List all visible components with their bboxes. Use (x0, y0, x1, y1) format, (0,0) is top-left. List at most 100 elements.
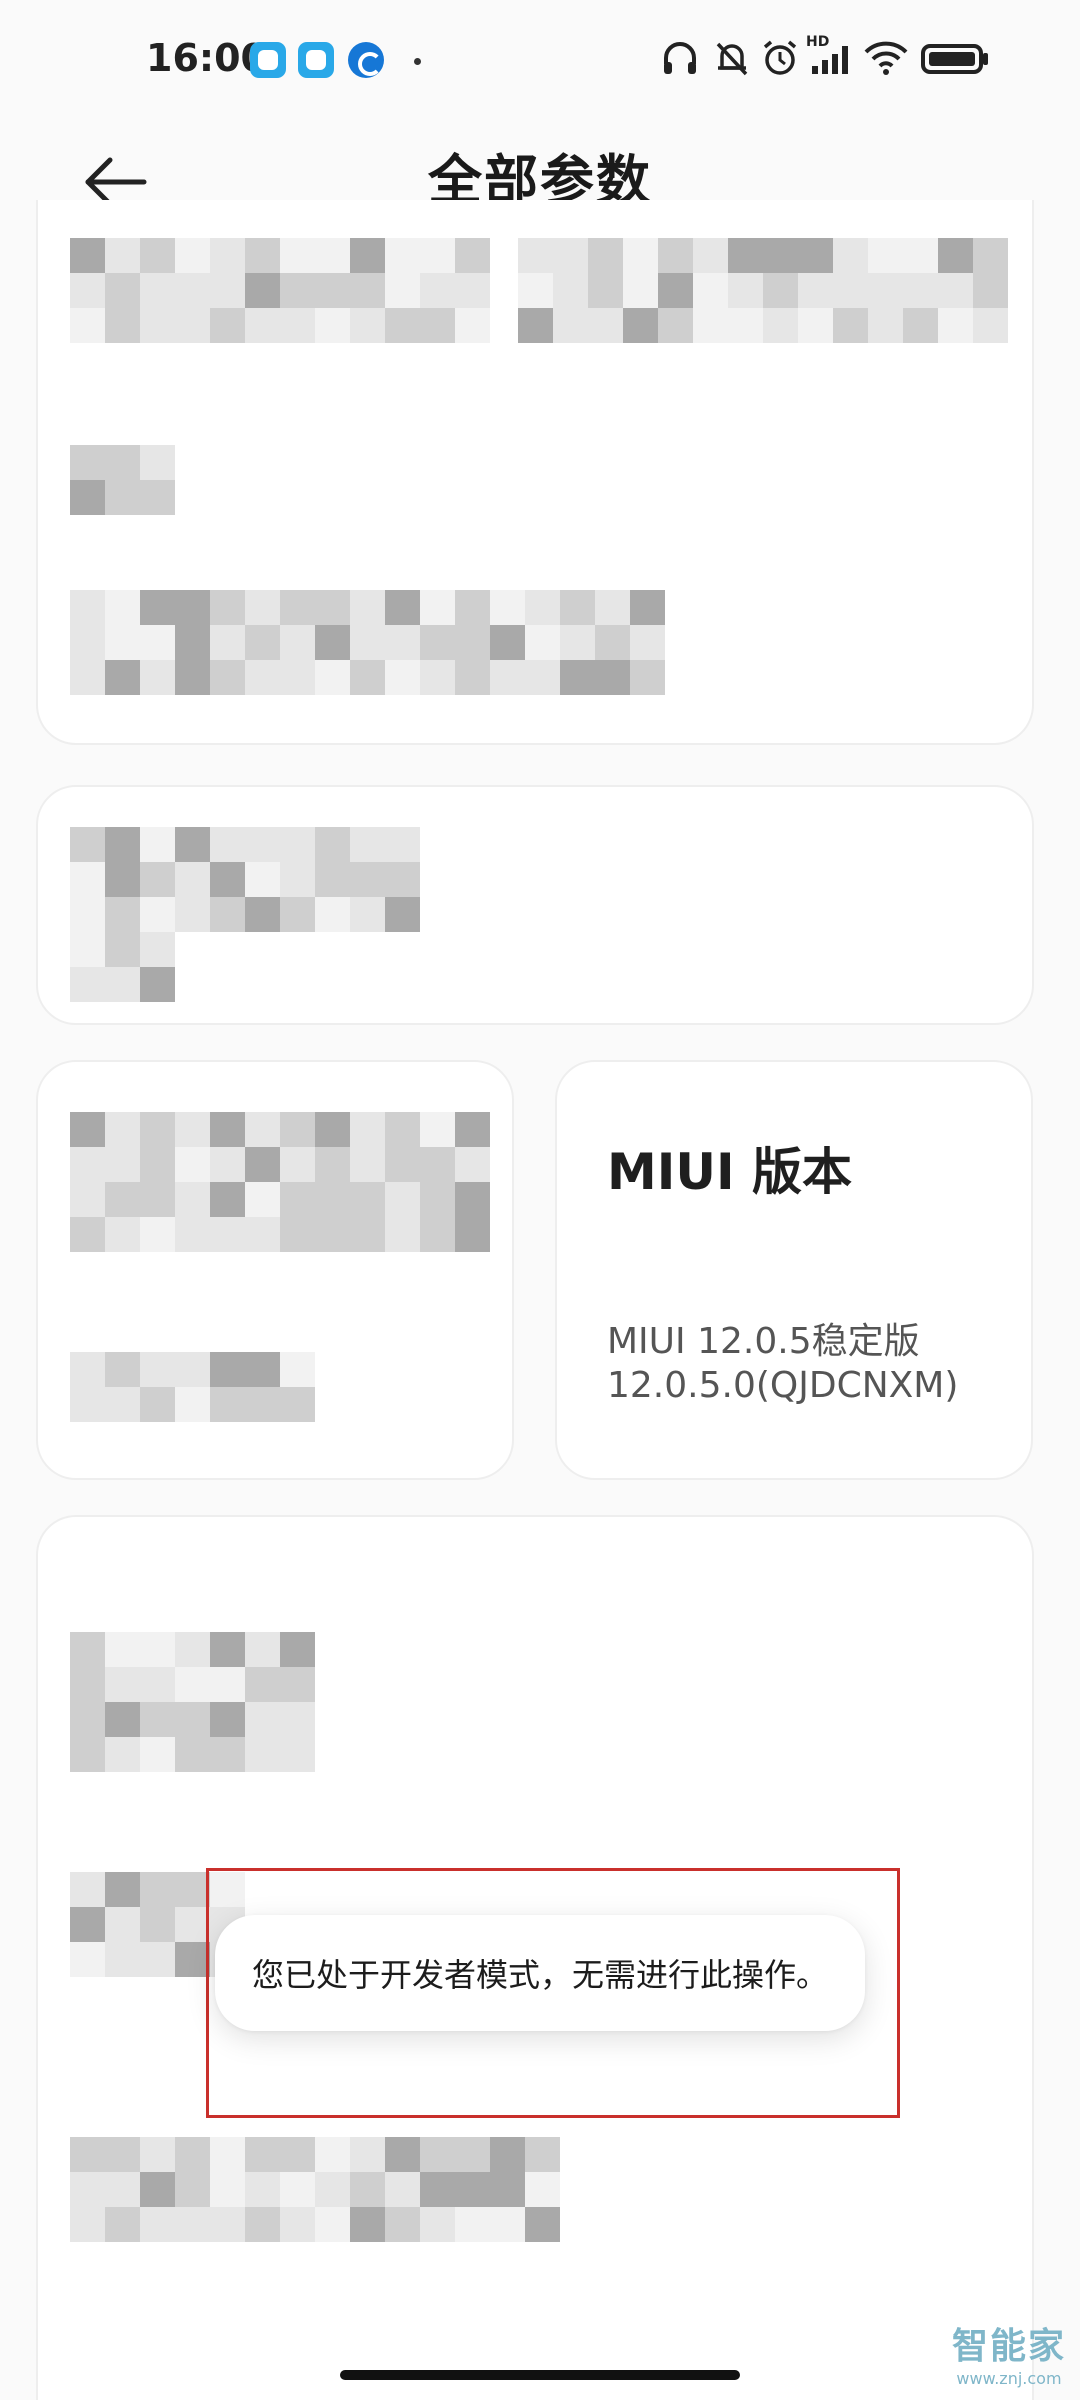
mosaic-pixel (903, 273, 938, 308)
mosaic-pixel (140, 1702, 175, 1737)
mosaic-pixel (420, 1112, 455, 1147)
mosaic-pixel (350, 238, 385, 273)
mosaic-pixel (245, 1387, 280, 1422)
obscured-text (70, 827, 420, 932)
mosaic-pixel (280, 1387, 315, 1422)
mosaic-pixel (140, 1387, 175, 1422)
mosaic-pixel (798, 238, 833, 273)
mosaic-pixel (210, 308, 245, 343)
mosaic-pixel (140, 273, 175, 308)
mosaic-pixel (175, 1942, 210, 1977)
mosaic-pixel (175, 1182, 210, 1217)
mosaic-pixel (105, 1737, 140, 1772)
mosaic-pixel (420, 2172, 455, 2207)
mosaic-pixel (70, 1387, 105, 1422)
mosaic-pixel (595, 660, 630, 695)
app-notification-icon (298, 42, 334, 78)
mosaic-pixel (420, 1182, 455, 1217)
mosaic-pixel (140, 1147, 175, 1182)
mosaic-pixel (105, 2207, 140, 2242)
mosaic-pixel (140, 2207, 175, 2242)
mosaic-pixel (70, 445, 105, 480)
mosaic-pixel (70, 862, 105, 897)
mosaic-pixel (763, 238, 798, 273)
mosaic-pixel (245, 1217, 280, 1252)
mosaic-pixel (938, 238, 973, 273)
mosaic-pixel (210, 862, 245, 897)
mosaic-pixel (175, 827, 210, 862)
mosaic-pixel (728, 273, 763, 308)
obscured-text (70, 590, 665, 695)
home-indicator[interactable] (340, 2370, 740, 2380)
mosaic-pixel (350, 273, 385, 308)
mosaic-pixel (245, 1667, 280, 1702)
miui-version-card[interactable]: MIUI 版本 MIUI 12.0.5稳定版 12.0.5.0(QJDCNXM) (555, 1060, 1033, 1480)
mosaic-pixel (315, 590, 350, 625)
mosaic-pixel (140, 862, 175, 897)
mosaic-pixel (420, 308, 455, 343)
mosaic-pixel (833, 273, 868, 308)
mosaic-pixel (315, 660, 350, 695)
mosaic-pixel (623, 273, 658, 308)
mosaic-pixel (623, 308, 658, 343)
mosaic-pixel (70, 273, 105, 308)
mosaic-pixel (525, 625, 560, 660)
mosaic-pixel (175, 625, 210, 660)
mosaic-pixel (280, 590, 315, 625)
mosaic-pixel (245, 1632, 280, 1667)
mosaic-pixel (385, 625, 420, 660)
headphones-icon (664, 42, 696, 74)
mosaic-pixel (658, 238, 693, 273)
mosaic-pixel (140, 827, 175, 862)
mosaic-pixel (455, 1112, 490, 1147)
mosaic-pixel (210, 1387, 245, 1422)
mosaic-pixel (140, 1182, 175, 1217)
mosaic-pixel (210, 1737, 245, 1772)
app-notification-icon (250, 42, 286, 78)
mosaic-pixel (280, 1702, 315, 1737)
mosaic-pixel (70, 2137, 105, 2172)
status-time: 16:00 (146, 36, 267, 80)
mosaic-pixel (70, 1182, 105, 1217)
mosaic-pixel (210, 1702, 245, 1737)
miui-build-value: 12.0.5.0(QJDCNXM) (607, 1365, 959, 1406)
mosaic-pixel (105, 660, 140, 695)
mosaic-pixel (595, 625, 630, 660)
mosaic-pixel (385, 862, 420, 897)
mosaic-pixel (315, 2172, 350, 2207)
mosaic-pixel (350, 1182, 385, 1217)
mosaic-pixel (140, 1942, 175, 1977)
mosaic-pixel (385, 1182, 420, 1217)
mosaic-pixel (140, 1112, 175, 1147)
mosaic-pixel (70, 1112, 105, 1147)
mosaic-pixel (140, 445, 175, 480)
mosaic-pixel (280, 2172, 315, 2207)
mosaic-pixel (70, 1147, 105, 1182)
mosaic-pixel (70, 1702, 105, 1737)
mosaic-pixel (868, 308, 903, 343)
mosaic-pixel (868, 238, 903, 273)
mosaic-pixel (420, 590, 455, 625)
mosaic-pixel (105, 445, 140, 480)
mosaic-pixel (105, 1352, 140, 1387)
mosaic-pixel (140, 1907, 175, 1942)
mosaic-pixel (525, 660, 560, 695)
mosaic-pixel (630, 590, 665, 625)
mosaic-pixel (105, 1872, 140, 1907)
mosaic-pixel (455, 308, 490, 343)
mosaic-pixel (280, 1147, 315, 1182)
mosaic-pixel (490, 660, 525, 695)
mosaic-pixel (210, 1352, 245, 1387)
mosaic-pixel (350, 2137, 385, 2172)
watermark-url: www.znj.com (956, 2369, 1062, 2388)
toast-message: 您已处于开发者模式，无需进行此操作。 (251, 1956, 828, 1994)
mosaic-pixel (455, 1147, 490, 1182)
mosaic-pixel (455, 660, 490, 695)
mosaic-pixel (588, 273, 623, 308)
mosaic-pixel (140, 660, 175, 695)
mosaic-pixel (175, 1737, 210, 1772)
mosaic-pixel (455, 2137, 490, 2172)
mosaic-pixel (350, 1217, 385, 1252)
mosaic-pixel (973, 273, 1008, 308)
mosaic-pixel (245, 660, 280, 695)
